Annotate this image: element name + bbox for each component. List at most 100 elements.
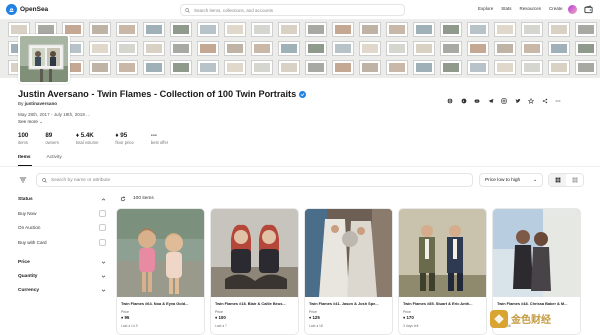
see-more-toggle[interactable]: See more ⌄	[18, 119, 43, 125]
watermark: 金色财经	[490, 306, 596, 331]
byline-prefix: By	[18, 101, 24, 106]
banner-photo-frame	[224, 41, 246, 56]
nft-image	[305, 209, 392, 297]
opensea-icon[interactable]	[461, 91, 467, 104]
collection-title: Justin Aversano - Twin Flames - Collecti…	[18, 89, 307, 99]
global-search-input[interactable]: Search items, collections, and accounts	[180, 4, 405, 16]
banner-photo-frame	[116, 22, 138, 37]
verified-badge-icon	[299, 90, 307, 98]
filter-section-status[interactable]: Status	[18, 192, 106, 206]
checkbox[interactable]	[99, 209, 106, 217]
wallet-icon[interactable]	[584, 5, 593, 14]
twitter-icon[interactable]	[515, 91, 521, 103]
star-icon[interactable]	[527, 91, 535, 104]
checkbox[interactable]	[99, 238, 106, 246]
status-option-buy-with-card[interactable]: Buy with Card	[18, 235, 106, 250]
filter-section-price[interactable]: Price	[18, 256, 106, 270]
sort-value: Price low to high	[485, 177, 521, 183]
status-option-buy-now[interactable]: Buy Now	[18, 206, 106, 221]
refresh-icon[interactable]	[120, 196, 126, 202]
banner-photo-frame	[332, 22, 354, 37]
nft-name: Twin Flames #85. Stuart & Eric Anth...	[403, 301, 473, 306]
filter-section-currency[interactable]: Currency	[18, 284, 106, 298]
watermark-logo-icon	[490, 309, 508, 328]
nft-card[interactable]: Twin Flames #18. Blair & Callie Beus... …	[210, 208, 299, 335]
price-label: Price	[403, 310, 411, 314]
watermark-text: 金色财经	[511, 315, 551, 326]
item-search-input[interactable]: Search by name or attribute	[36, 173, 473, 187]
stat-label: items	[18, 140, 29, 145]
tabs-divider	[0, 166, 600, 167]
banner-photo-frame	[278, 22, 300, 37]
banner-photo-row	[0, 41, 600, 59]
banner-photo-frame	[170, 22, 192, 37]
banner-photo-frame	[413, 41, 435, 56]
collection-tabs: Items Activity	[18, 155, 62, 160]
last-sale: Last ♦ 7	[215, 324, 227, 328]
filter-toggle-icon[interactable]	[19, 176, 27, 184]
stat-total-volume[interactable]: ♦ 5.4K total volume	[76, 132, 99, 145]
option-label: Buy Now	[18, 210, 37, 216]
stat-items[interactable]: 100 items	[18, 132, 28, 145]
collection-stats: 100 items 89 owners ♦ 5.4K total volume …	[18, 132, 168, 145]
banner-photo-frame	[305, 60, 327, 75]
large-grid-view-button[interactable]	[549, 174, 566, 186]
stat-best-offer[interactable]: --- best offer	[151, 132, 168, 145]
stat-owners[interactable]: 89 owners	[45, 132, 59, 145]
telegram-icon[interactable]	[488, 91, 494, 104]
banner-photo-frame	[143, 41, 165, 56]
nft-name: Twin Flames #48. Chrissa Baker & M...	[497, 301, 568, 306]
nft-card[interactable]: Twin Flames #85. Stuart & Eric Anth... P…	[398, 208, 487, 335]
banner-photo-frame	[386, 41, 408, 56]
creator-link[interactable]: justinaversano	[25, 101, 57, 106]
chevron-down-icon: ⌄	[39, 119, 44, 124]
banner-photo-frame	[89, 60, 111, 75]
banner-photo-row	[0, 60, 600, 78]
nft-image	[399, 209, 486, 297]
tab-activity[interactable]: Activity	[47, 155, 62, 160]
nav-link-explore[interactable]: Explore	[478, 6, 493, 11]
banner-photo-frame	[89, 22, 111, 37]
banner-photo-frame	[440, 22, 462, 37]
discord-icon[interactable]	[474, 91, 480, 103]
banner-photo-frame	[278, 41, 300, 56]
more-icon[interactable]	[555, 91, 561, 102]
stat-label: total volume	[75, 140, 99, 145]
brand-logo[interactable]: OpenSea	[6, 4, 66, 15]
small-grid-icon	[572, 177, 577, 183]
banner-photo-frame	[494, 60, 516, 75]
banner-photo-frame	[197, 60, 219, 75]
tab-items[interactable]: Items	[18, 155, 31, 160]
stat-value: ♦ 95	[115, 132, 128, 139]
stat-floor-price[interactable]: ♦ 95 floor price	[115, 132, 133, 145]
filter-section-quantity[interactable]: Quantity	[18, 270, 106, 284]
compact-grid-view-button[interactable]	[566, 174, 583, 186]
banner-photo-frame	[467, 41, 489, 56]
globe-icon[interactable]	[447, 91, 453, 104]
banner-photo-frame	[467, 22, 489, 37]
chevron-down-icon	[101, 261, 106, 264]
nft-card[interactable]: Twin Flames #64. Noa & Eyva Gold... Pric…	[116, 208, 205, 335]
sort-dropdown[interactable]: Price low to high ⌄	[479, 173, 543, 187]
nft-card[interactable]: Twin Flames #41. Jason & Josh Spe... Pri…	[304, 208, 393, 335]
opensea-logo-icon	[6, 4, 17, 15]
nft-name: Twin Flames #18. Blair & Callie Beus...	[215, 301, 286, 306]
nav-link-resources[interactable]: Resources	[520, 6, 542, 11]
nft-name: Twin Flames #41. Jason & Josh Spe...	[309, 301, 379, 306]
stat-label: floor price	[115, 140, 134, 145]
user-avatar[interactable]	[568, 5, 577, 14]
nft-image	[211, 209, 298, 297]
status-option-on-auction[interactable]: On Auction	[18, 221, 106, 236]
nav-link-create[interactable]: Create	[549, 6, 563, 11]
banner-photo-frame	[116, 60, 138, 75]
stat-value: ---	[150, 132, 157, 139]
nav-link-stats[interactable]: Stats	[501, 6, 511, 11]
banner-photo-frame	[332, 60, 354, 75]
last-sale: Last ♦ 18	[309, 324, 323, 328]
banner-photo-frame	[521, 60, 543, 75]
banner-photo-frame	[548, 41, 570, 56]
instagram-icon[interactable]	[501, 91, 507, 104]
banner-photo-frame	[251, 22, 273, 37]
share-icon[interactable]	[542, 91, 548, 104]
checkbox[interactable]	[99, 224, 106, 232]
